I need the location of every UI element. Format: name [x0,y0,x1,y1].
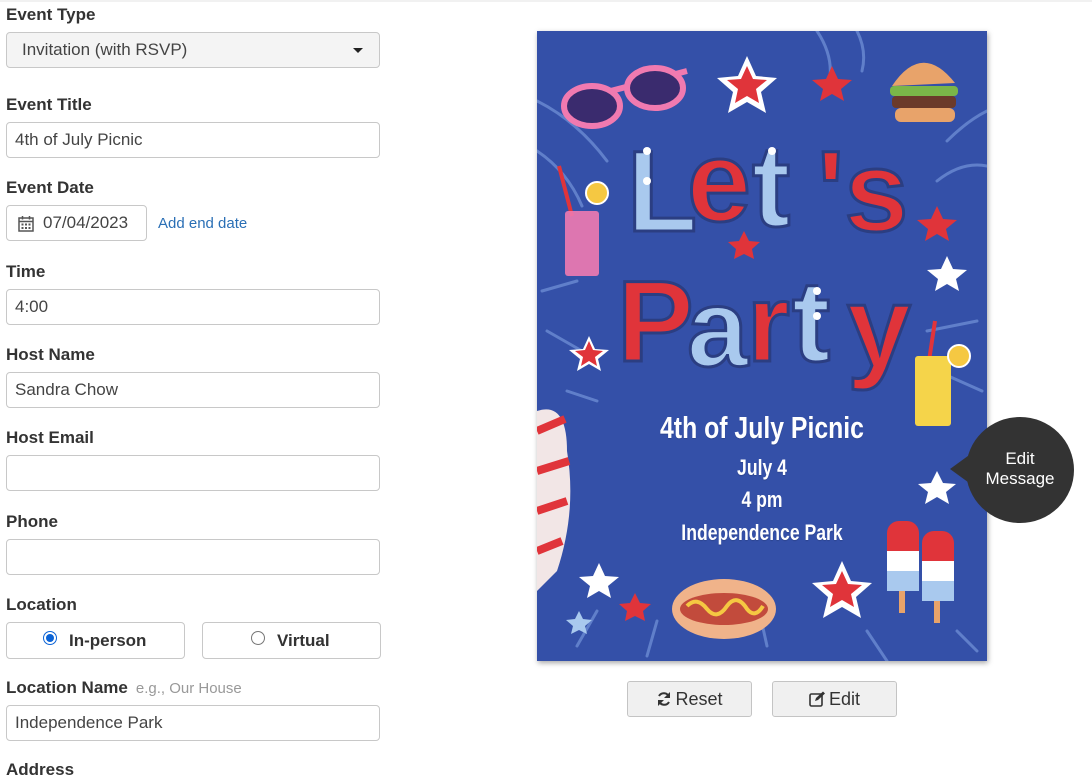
edit-button[interactable]: Edit [772,681,897,717]
add-end-date-link[interactable]: Add end date [158,215,247,232]
svg-text:P: P [617,258,694,386]
host-email-input[interactable] [6,455,380,491]
edit-icon [809,691,825,707]
top-divider [0,0,1092,2]
host-name-label: Host Name [6,345,95,364]
address-label: Address [6,760,75,779]
edit-message-line2: Message [985,469,1055,488]
event-title-input[interactable]: 4th of July Picnic [6,122,380,158]
location-name-label-text: Location Name [6,678,128,697]
event-date-input[interactable]: 07/04/2023 [6,205,147,241]
svg-text:r: r [747,262,790,385]
svg-text:t: t [792,258,830,386]
event-type-value: Invitation (with RSVP) [22,40,188,59]
card-location-text: Independence Park [681,520,843,545]
location-label: Location [6,595,77,614]
burger-decoration [890,62,958,122]
event-date-value: 07/04/2023 [43,213,129,232]
event-type-label: Event Type [6,5,96,24]
location-option-virtual[interactable]: Virtual [202,622,381,659]
location-name-hint: e.g., Our House [135,680,242,697]
svg-text:a: a [687,267,749,390]
hotdog-decoration [672,579,776,639]
virtual-label: Virtual [277,631,330,650]
time-input[interactable]: 4:00 [6,289,380,325]
location-name-input[interactable]: Independence Park [6,705,380,741]
phone-input[interactable] [6,539,380,575]
location-option-in-person[interactable]: In-person [6,622,185,659]
in-person-label: In-person [69,631,147,650]
svg-text:e: e [687,118,751,246]
edit-label: Edit [828,689,861,709]
svg-text:t: t [752,123,790,251]
card-artwork: L e t 's P a r t y [537,31,987,661]
invitation-card-preview[interactable]: L e t 's P a r t y 4th of July Picnic Ju… [537,31,987,661]
edit-message-bubble[interactable]: Edit Message [950,417,1074,523]
event-type-select[interactable]: Invitation (with RSVP) [6,32,380,68]
location-name-label: Location Name e.g., Our House [6,678,242,698]
time-label: Time [6,262,46,281]
reset-label: Reset [675,689,723,709]
calendar-icon [18,216,34,232]
edit-message-line1: Edit [1005,449,1035,468]
sunglasses-decoration [561,65,688,129]
lemonade-decoration-left [557,165,609,276]
card-date-text: July 4 [737,455,787,480]
event-date-label: Event Date [6,178,94,197]
reset-button[interactable]: Reset [627,681,752,717]
card-time-text: 4 pm [741,487,783,512]
event-title-label: Event Title [6,95,92,114]
host-name-input[interactable]: Sandra Chow [6,372,380,408]
radio-unselected-icon [251,631,265,645]
radio-selected-icon [43,631,57,645]
svg-text:'s: 's [817,128,908,256]
host-email-label: Host Email [6,428,94,447]
card-title-text: 4th of July Picnic [660,410,864,445]
refresh-icon [658,692,671,706]
phone-label: Phone [6,512,58,531]
svg-text:y: y [847,263,911,391]
caret-down-icon [353,48,363,53]
